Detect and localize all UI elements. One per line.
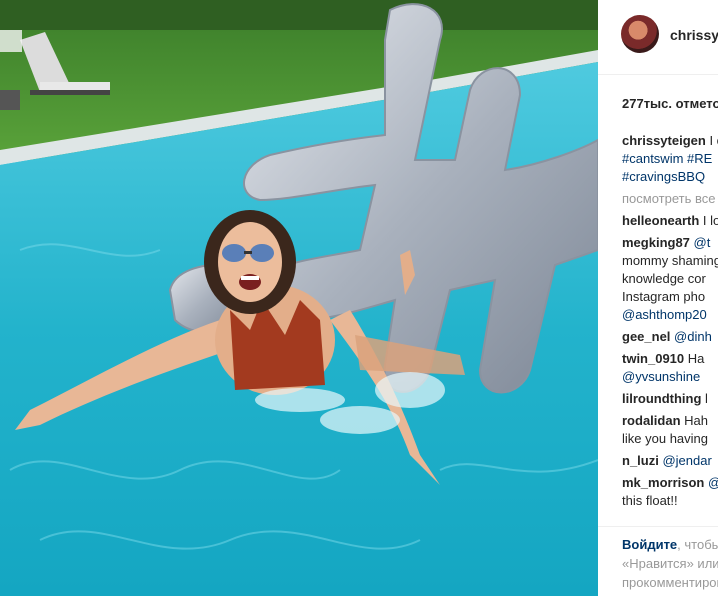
comment: gee_nel @dinh — [622, 328, 718, 346]
comment-username[interactable]: mk_morrison — [622, 475, 704, 490]
comment-username[interactable]: gee_nel — [622, 329, 670, 344]
comment-mention[interactable]: @t — [694, 235, 711, 250]
comment-mention[interactable]: @ — [708, 475, 718, 490]
comment: rodalidan Hah like you having — [622, 412, 718, 448]
header-username[interactable]: chrissyteigen — [670, 27, 718, 43]
login-prompt: Войдите, чтобы «Нравится» или прокоммент… — [598, 526, 718, 596]
comment-text: like you having — [622, 431, 708, 446]
comment-mention[interactable]: @ashthomp20 — [622, 306, 718, 324]
likes-count[interactable]: 277тыс. отметок «Нравится» — [622, 96, 718, 111]
comment: n_luzi @jendar — [622, 452, 718, 470]
comment: helleonearth I love this — [622, 212, 718, 230]
comment-mention[interactable]: @dinh — [674, 329, 712, 344]
comment-username[interactable]: twin_0910 — [622, 351, 684, 366]
caption-text: I can't swim — [709, 133, 718, 148]
login-prompt-text: , чтобы — [677, 537, 718, 552]
comment-username[interactable]: n_luzi — [622, 453, 659, 468]
comments-list: chrissyteigen I can't swim #cantswim #RE… — [622, 132, 718, 530]
comment-text: I love this — [702, 213, 718, 228]
login-link[interactable]: Войдите — [622, 537, 677, 552]
comment-text: Instagram pho — [622, 289, 706, 304]
comment: lilroundthing l — [622, 390, 718, 408]
comment: mk_morrison @ this float!! — [622, 474, 718, 510]
comment-username[interactable]: lilroundthing — [622, 391, 701, 406]
comment-mention[interactable]: @yvsunshine — [622, 368, 718, 386]
comment-username[interactable]: helleonearth — [622, 213, 699, 228]
view-all-comments[interactable]: посмотреть все комментарии — [622, 190, 718, 208]
comment-username[interactable]: megking87 — [622, 235, 690, 250]
login-prompt-text: «Нравится» или — [622, 556, 718, 571]
comment-text: knowledge cor — [622, 271, 706, 286]
comment: twin_0910 Ha @yvsunshine — [622, 350, 718, 386]
comment-text: l — [705, 391, 708, 406]
post-header: chrissyteigen — [598, 0, 718, 75]
comment-mention[interactable]: @jendar — [662, 453, 711, 468]
caption-username[interactable]: chrissyteigen — [622, 133, 706, 148]
pool-scene — [0, 0, 598, 596]
avatar[interactable] — [621, 15, 659, 53]
comment-text: mommy shaming — [622, 253, 718, 268]
post-photo — [0, 0, 598, 596]
post-sidebar: chrissyteigen 277тыс. отметок «Нравится»… — [598, 0, 718, 596]
comment-text: this float!! — [622, 493, 678, 508]
comment-text: Ha — [687, 351, 705, 366]
comment: megking87 @t mommy shaming knowledge cor… — [622, 234, 718, 324]
caption-line: chrissyteigen I can't swim — [622, 132, 718, 150]
caption-tags-1[interactable]: #cantswim #RE — [622, 150, 718, 168]
login-prompt-text: прокомментировать — [622, 575, 718, 590]
comment-username[interactable]: rodalidan — [622, 413, 681, 428]
comment-text: Hah — [684, 413, 708, 428]
caption-tags-2[interactable]: #cravingsBBQ — [622, 168, 718, 186]
